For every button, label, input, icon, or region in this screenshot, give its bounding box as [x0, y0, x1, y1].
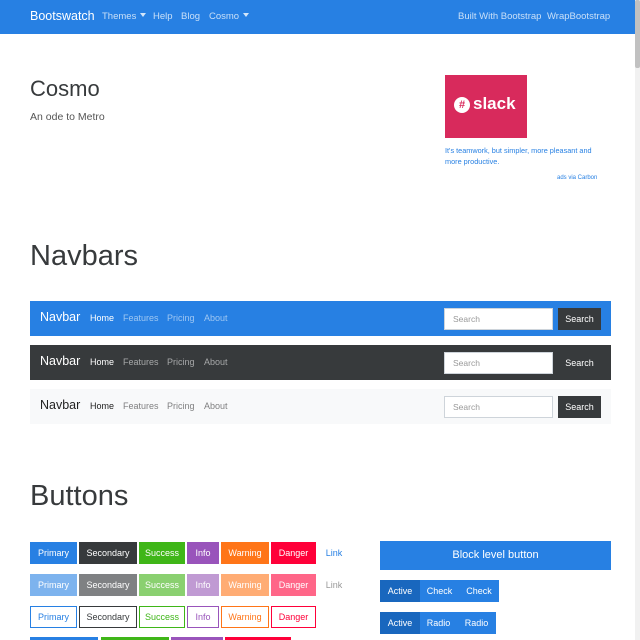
- nav-link-pricing[interactable]: Pricing: [167, 401, 195, 411]
- info-outline-button[interactable]: Info: [187, 606, 219, 628]
- info-button-disabled[interactable]: Info: [187, 574, 219, 596]
- themes-label: Themes: [102, 11, 137, 22]
- nav-link-about[interactable]: About: [204, 357, 228, 367]
- danger-button[interactable]: Danger: [271, 542, 316, 564]
- nav-link-features[interactable]: Features: [123, 357, 159, 367]
- primary-button[interactable]: Primary: [30, 542, 77, 564]
- danger-button-disabled[interactable]: Danger: [271, 574, 316, 596]
- secondary-button-disabled[interactable]: Secondary: [79, 574, 137, 596]
- search-input[interactable]: Search: [444, 396, 553, 418]
- nav-link-home[interactable]: Home: [90, 357, 114, 367]
- warning-button-disabled[interactable]: Warning: [221, 574, 269, 596]
- nav-link-pricing[interactable]: Pricing: [167, 357, 195, 367]
- navbar-dark: Navbar Home Features Pricing About Searc…: [30, 345, 611, 380]
- help-link[interactable]: Help: [153, 11, 173, 22]
- nav-link-home[interactable]: Home: [90, 313, 114, 323]
- success-button-disabled[interactable]: Success: [139, 574, 185, 596]
- check-button-1[interactable]: Check: [420, 580, 459, 602]
- check-active-button[interactable]: Active: [380, 580, 420, 602]
- navbars-heading: Navbars: [30, 240, 138, 272]
- caret-down-icon: [243, 13, 250, 17]
- top-navbar: Bootswatch Themes Help Blog Cosmo Built …: [0, 0, 640, 34]
- nav-link-features[interactable]: Features: [123, 313, 159, 323]
- danger-outline-button[interactable]: Danger: [271, 606, 316, 628]
- info-button[interactable]: Info: [187, 542, 219, 564]
- ad-image[interactable]: # slack: [445, 75, 527, 138]
- built-with-bootstrap-link[interactable]: Built With Bootstrap: [458, 11, 541, 22]
- search-button[interactable]: Search: [558, 352, 601, 374]
- nav-link-about[interactable]: About: [204, 313, 228, 323]
- cosmo-dropdown[interactable]: Cosmo: [209, 11, 250, 22]
- search-button[interactable]: Search: [558, 396, 601, 418]
- secondary-outline-button[interactable]: Secondary: [79, 606, 137, 628]
- nav-link-pricing[interactable]: Pricing: [167, 313, 195, 323]
- brand-link[interactable]: Bootswatch: [30, 9, 95, 23]
- search-input[interactable]: Search: [444, 352, 553, 374]
- navbar-light: Navbar Home Features Pricing About Searc…: [30, 389, 611, 424]
- radio-active-button[interactable]: Active: [380, 612, 420, 634]
- ad-via-link[interactable]: ads via Carbon: [557, 175, 597, 181]
- navbar-primary: Navbar Home Features Pricing About Searc…: [30, 301, 611, 336]
- navbar-brand[interactable]: Navbar: [40, 354, 80, 368]
- radio-button-1[interactable]: Radio: [420, 612, 457, 634]
- page-subtitle: An ode to Metro: [30, 111, 105, 123]
- primary-outline-button[interactable]: Primary: [30, 606, 77, 628]
- search-input[interactable]: Search: [444, 308, 553, 330]
- ad-text[interactable]: It's teamwork, but simpler, more pleasan…: [445, 145, 605, 167]
- scrollbar[interactable]: [635, 0, 640, 640]
- check-button-2[interactable]: Check: [459, 580, 499, 602]
- themes-dropdown[interactable]: Themes: [102, 11, 147, 22]
- link-button[interactable]: Link: [318, 542, 350, 564]
- search-button[interactable]: Search: [558, 308, 601, 330]
- success-outline-button[interactable]: Success: [139, 606, 185, 628]
- primary-button-disabled[interactable]: Primary: [30, 574, 77, 596]
- nav-link-features[interactable]: Features: [123, 401, 159, 411]
- buttons-heading: Buttons: [30, 480, 129, 512]
- navbar-brand[interactable]: Navbar: [40, 310, 80, 324]
- link-button-disabled[interactable]: Link: [318, 574, 350, 596]
- navbar-brand[interactable]: Navbar: [40, 398, 80, 412]
- nav-link-about[interactable]: About: [204, 401, 228, 411]
- slack-logo-icon: #: [454, 97, 470, 113]
- secondary-button[interactable]: Secondary: [79, 542, 137, 564]
- scrollbar-thumb[interactable]: [635, 0, 640, 68]
- radio-button-2[interactable]: Radio: [457, 612, 496, 634]
- nav-link-home[interactable]: Home: [90, 401, 114, 411]
- blog-link[interactable]: Blog: [181, 11, 200, 22]
- warning-outline-button[interactable]: Warning: [221, 606, 269, 628]
- cosmo-label: Cosmo: [209, 11, 240, 22]
- slack-logo-text: slack: [473, 94, 516, 113]
- page-title: Cosmo: [30, 76, 100, 101]
- success-button[interactable]: Success: [139, 542, 185, 564]
- block-level-button[interactable]: Block level button: [380, 541, 611, 570]
- warning-button[interactable]: Warning: [221, 542, 269, 564]
- wrapbootstrap-link[interactable]: WrapBootstrap: [547, 11, 610, 22]
- caret-down-icon: [140, 13, 147, 17]
